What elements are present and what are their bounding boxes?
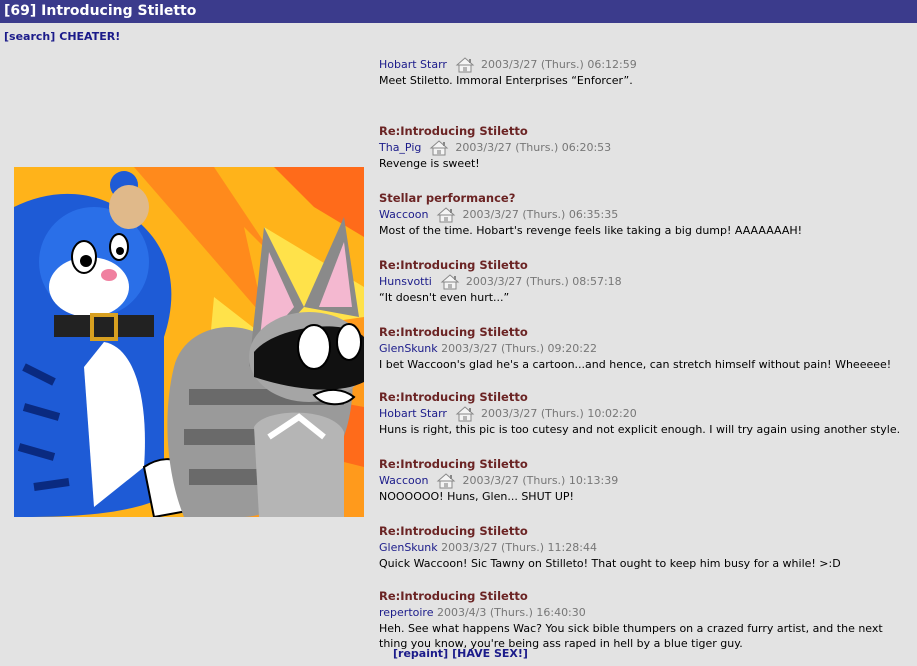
- post: Re:Introducing Stiletto GlenSkunk 2003/3…: [379, 523, 914, 588]
- post: Re:Introducing Stiletto Hobart Starr 2003…: [379, 389, 914, 456]
- post-body: I bet Waccoon's glad he's a cartoon...an…: [379, 358, 892, 371]
- home-icon[interactable]: [440, 274, 460, 290]
- post-meta: GlenSkunk 2003/3/27 (Thurs.) 11:28:44: [379, 539, 914, 556]
- post-subject: Stellar performance?: [379, 191, 516, 205]
- post-date: 2003/3/27 (Thurs.) 10:13:39: [462, 474, 619, 487]
- post: Hobart Starr 2003/3/27 (Thurs.) 06:12:59 …: [379, 56, 914, 123]
- have-sex-link[interactable]: [HAVE SEX!]: [452, 647, 528, 660]
- post-subject: Re:Introducing Stiletto: [379, 457, 528, 471]
- search-link[interactable]: [search]: [4, 30, 55, 43]
- post-subject: Re:Introducing Stiletto: [379, 524, 528, 538]
- post-date: 2003/3/27 (Thurs.) 06:35:35: [462, 208, 619, 221]
- post-body: Meet Stiletto. Immoral Enterprises “Enfo…: [379, 74, 633, 87]
- post-date: 2003/3/27 (Thurs.) 09:20:22: [441, 342, 597, 355]
- post-author[interactable]: Waccoon: [379, 474, 428, 487]
- post-list: Hobart Starr 2003/3/27 (Thurs.) 06:12:59 …: [379, 56, 914, 651]
- post-author[interactable]: Waccoon: [379, 208, 428, 221]
- post-subject: Re:Introducing Stiletto: [379, 390, 528, 404]
- post-date: 2003/3/27 (Thurs.) 06:20:53: [455, 141, 612, 154]
- post-date: 2003/4/3 (Thurs.) 16:40:30: [436, 606, 586, 619]
- post: Stellar performance? Waccoon 2003/3/27 (T…: [379, 190, 914, 257]
- post-author[interactable]: GlenSkunk: [379, 342, 438, 355]
- post: Re:Introducing Stiletto Hunsvotti 2003/3/…: [379, 257, 914, 324]
- home-icon[interactable]: [429, 140, 449, 156]
- post-date: 2003/3/27 (Thurs.) 10:02:20: [480, 407, 637, 420]
- post-meta: repertoire 2003/4/3 (Thurs.) 16:40:30: [379, 604, 914, 621]
- post-meta: Hobart Starr 2003/3/27 (Thurs.) 06:12:59: [379, 56, 914, 73]
- post-author[interactable]: Hobart Starr: [379, 58, 447, 71]
- post-body: Revenge is sweet!: [379, 157, 480, 170]
- post: Re:Introducing Stiletto GlenSkunk 2003/3…: [379, 324, 914, 389]
- home-icon[interactable]: [455, 57, 475, 73]
- post-meta: Waccoon 2003/3/27 (Thurs.) 06:35:35: [379, 206, 914, 223]
- home-icon[interactable]: [455, 406, 475, 422]
- post-date: 2003/3/27 (Thurs.) 08:57:18: [465, 275, 622, 288]
- post-subject: Re:Introducing Stiletto: [379, 258, 528, 272]
- post-meta: Tha_Pig 2003/3/27 (Thurs.) 06:20:53: [379, 139, 914, 156]
- post-meta: Hunsvotti 2003/3/27 (Thurs.) 08:57:18: [379, 273, 914, 290]
- post-date: 2003/3/27 (Thurs.) 11:28:44: [441, 541, 597, 554]
- post-subject: Re:Introducing Stiletto: [379, 325, 528, 339]
- post-body: Most of the time. Hobart's revenge feels…: [379, 224, 803, 237]
- post-author[interactable]: repertoire: [379, 606, 433, 619]
- post-author[interactable]: Hobart Starr: [379, 407, 447, 420]
- top-links: [search] CHEATER!: [4, 30, 124, 43]
- post: Re:Introducing Stiletto Tha_Pig 2003/3/27…: [379, 123, 914, 190]
- home-icon[interactable]: [436, 473, 456, 489]
- post-subject: Re:Introducing Stiletto: [379, 589, 528, 603]
- post-body: Quick Waccoon! Sic Tawny on Stilleto! Th…: [379, 557, 841, 570]
- post-author[interactable]: Hunsvotti: [379, 275, 432, 288]
- post-meta: Hobart Starr 2003/3/27 (Thurs.) 10:02:20: [379, 405, 914, 422]
- home-icon[interactable]: [436, 207, 456, 223]
- oekaki-artwork: [14, 167, 364, 517]
- post-meta: GlenSkunk 2003/3/27 (Thurs.) 09:20:22: [379, 340, 914, 357]
- post-author[interactable]: Tha_Pig: [379, 141, 421, 154]
- cheater-link[interactable]: CHEATER!: [59, 30, 120, 43]
- thread-title: [69] Introducing Stiletto: [0, 0, 917, 23]
- post: Re:Introducing Stiletto repertoire 2003/…: [379, 588, 914, 651]
- post-body: Huns is right, this pic is too cutesy an…: [379, 423, 901, 436]
- repaint-link[interactable]: [repaint]: [393, 647, 448, 660]
- post-meta: Waccoon 2003/3/27 (Thurs.) 10:13:39: [379, 472, 914, 489]
- post-author[interactable]: GlenSkunk: [379, 541, 438, 554]
- bottom-links: [repaint] [HAVE SEX!]: [393, 647, 532, 660]
- post-date: 2003/3/27 (Thurs.) 06:12:59: [480, 58, 637, 71]
- post-body: NOOOOOO! Huns, Glen... SHUT UP!: [379, 490, 574, 503]
- post: Re:Introducing Stiletto Waccoon 2003/3/27…: [379, 456, 914, 523]
- post-body: “It doesn't even hurt...”: [379, 291, 510, 304]
- post-subject: Re:Introducing Stiletto: [379, 124, 528, 138]
